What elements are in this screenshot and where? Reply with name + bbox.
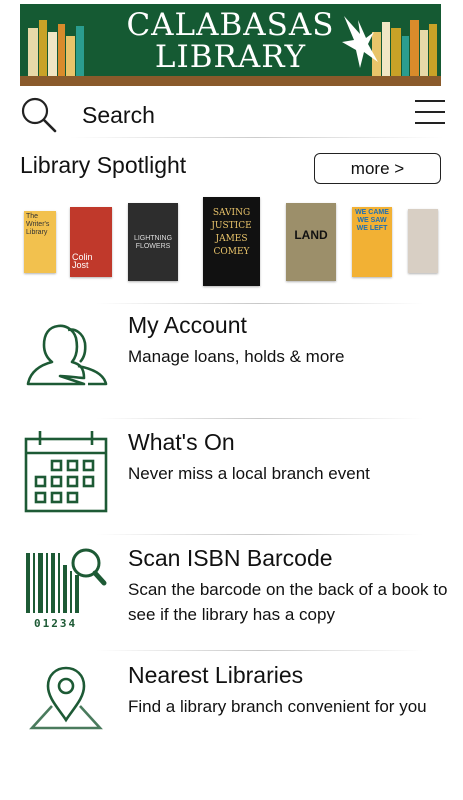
barcode-digits: 01234	[34, 617, 77, 630]
map-pin-icon	[29, 666, 103, 730]
book-cover-text	[408, 209, 438, 213]
book-cover-text: WE CAME WE SAW WE LEFT	[355, 209, 389, 232]
menu-item-description: Scan the barcode on the back of a book t…	[128, 580, 448, 624]
book-cover-text: LIGHTNING FLOWERS	[133, 235, 173, 250]
menu-item-nearest-libraries[interactable]: Nearest Libraries Find a library branch …	[0, 662, 463, 772]
menu-item-label: What's On	[128, 429, 235, 455]
book-cover-text: SAVING JUSTICE JAMES COMEY	[211, 208, 252, 257]
book-cover[interactable]: LAND	[286, 203, 336, 281]
book-cover[interactable]: Colin Jost	[70, 207, 112, 277]
menu-item-label: Nearest Libraries	[128, 662, 304, 688]
menu-item-description: Never miss a local branch event	[128, 464, 370, 483]
book-cover-text: LAND	[294, 228, 328, 242]
hamburger-menu-icon[interactable]	[415, 98, 445, 126]
divider	[96, 303, 423, 304]
search-input[interactable]: Search	[82, 102, 155, 129]
menu-item-label: My Account	[128, 312, 247, 338]
banner-title-line2: LIBRARY	[154, 39, 307, 75]
book-cover[interactable]: LIGHTNING FLOWERS	[128, 203, 178, 281]
menu-item-whats-on[interactable]: What's On Never miss a local branch even…	[0, 429, 463, 539]
book-cover-text: The Writer's Library	[26, 213, 50, 236]
menu-item-my-account[interactable]: My Account Manage loans, holds & more	[0, 312, 463, 422]
book-cover[interactable]: WE CAME WE SAW WE LEFT	[352, 207, 392, 277]
spotlight-carousel[interactable]: The Writer's Library Colin Jost LIGHTNIN…	[0, 195, 463, 290]
menu-item-label: Scan ISBN Barcode	[128, 545, 333, 571]
banner-title-line1: CALABASAS	[126, 7, 335, 43]
more-button[interactable]: more >	[314, 153, 441, 184]
search-icon[interactable]	[20, 96, 58, 134]
barcode-icon: 01234	[26, 548, 107, 630]
divider	[96, 650, 423, 651]
menu-item-description: Manage loans, holds & more	[128, 347, 345, 366]
book-cover-text: Colin Jost	[72, 252, 93, 270]
calendar-icon	[24, 431, 108, 513]
shelf	[20, 76, 441, 86]
book-cover[interactable]	[408, 209, 438, 273]
book-cover[interactable]: The Writer's Library	[24, 211, 56, 273]
book-cover[interactable]: SAVING JUSTICE JAMES COMEY	[203, 197, 260, 286]
library-banner: CALABASAS LIBRARY	[20, 4, 441, 86]
users-icon	[26, 324, 108, 386]
divider	[96, 534, 423, 535]
search-divider	[70, 137, 443, 138]
search-bar[interactable]: Search	[0, 92, 463, 138]
spotlight-title: Library Spotlight	[20, 152, 187, 178]
menu-item-description: Find a library branch convenient for you	[128, 697, 427, 716]
menu-item-scan-isbn[interactable]: 01234 Scan ISBN Barcode Scan the barcode…	[0, 545, 463, 655]
divider	[96, 418, 423, 419]
